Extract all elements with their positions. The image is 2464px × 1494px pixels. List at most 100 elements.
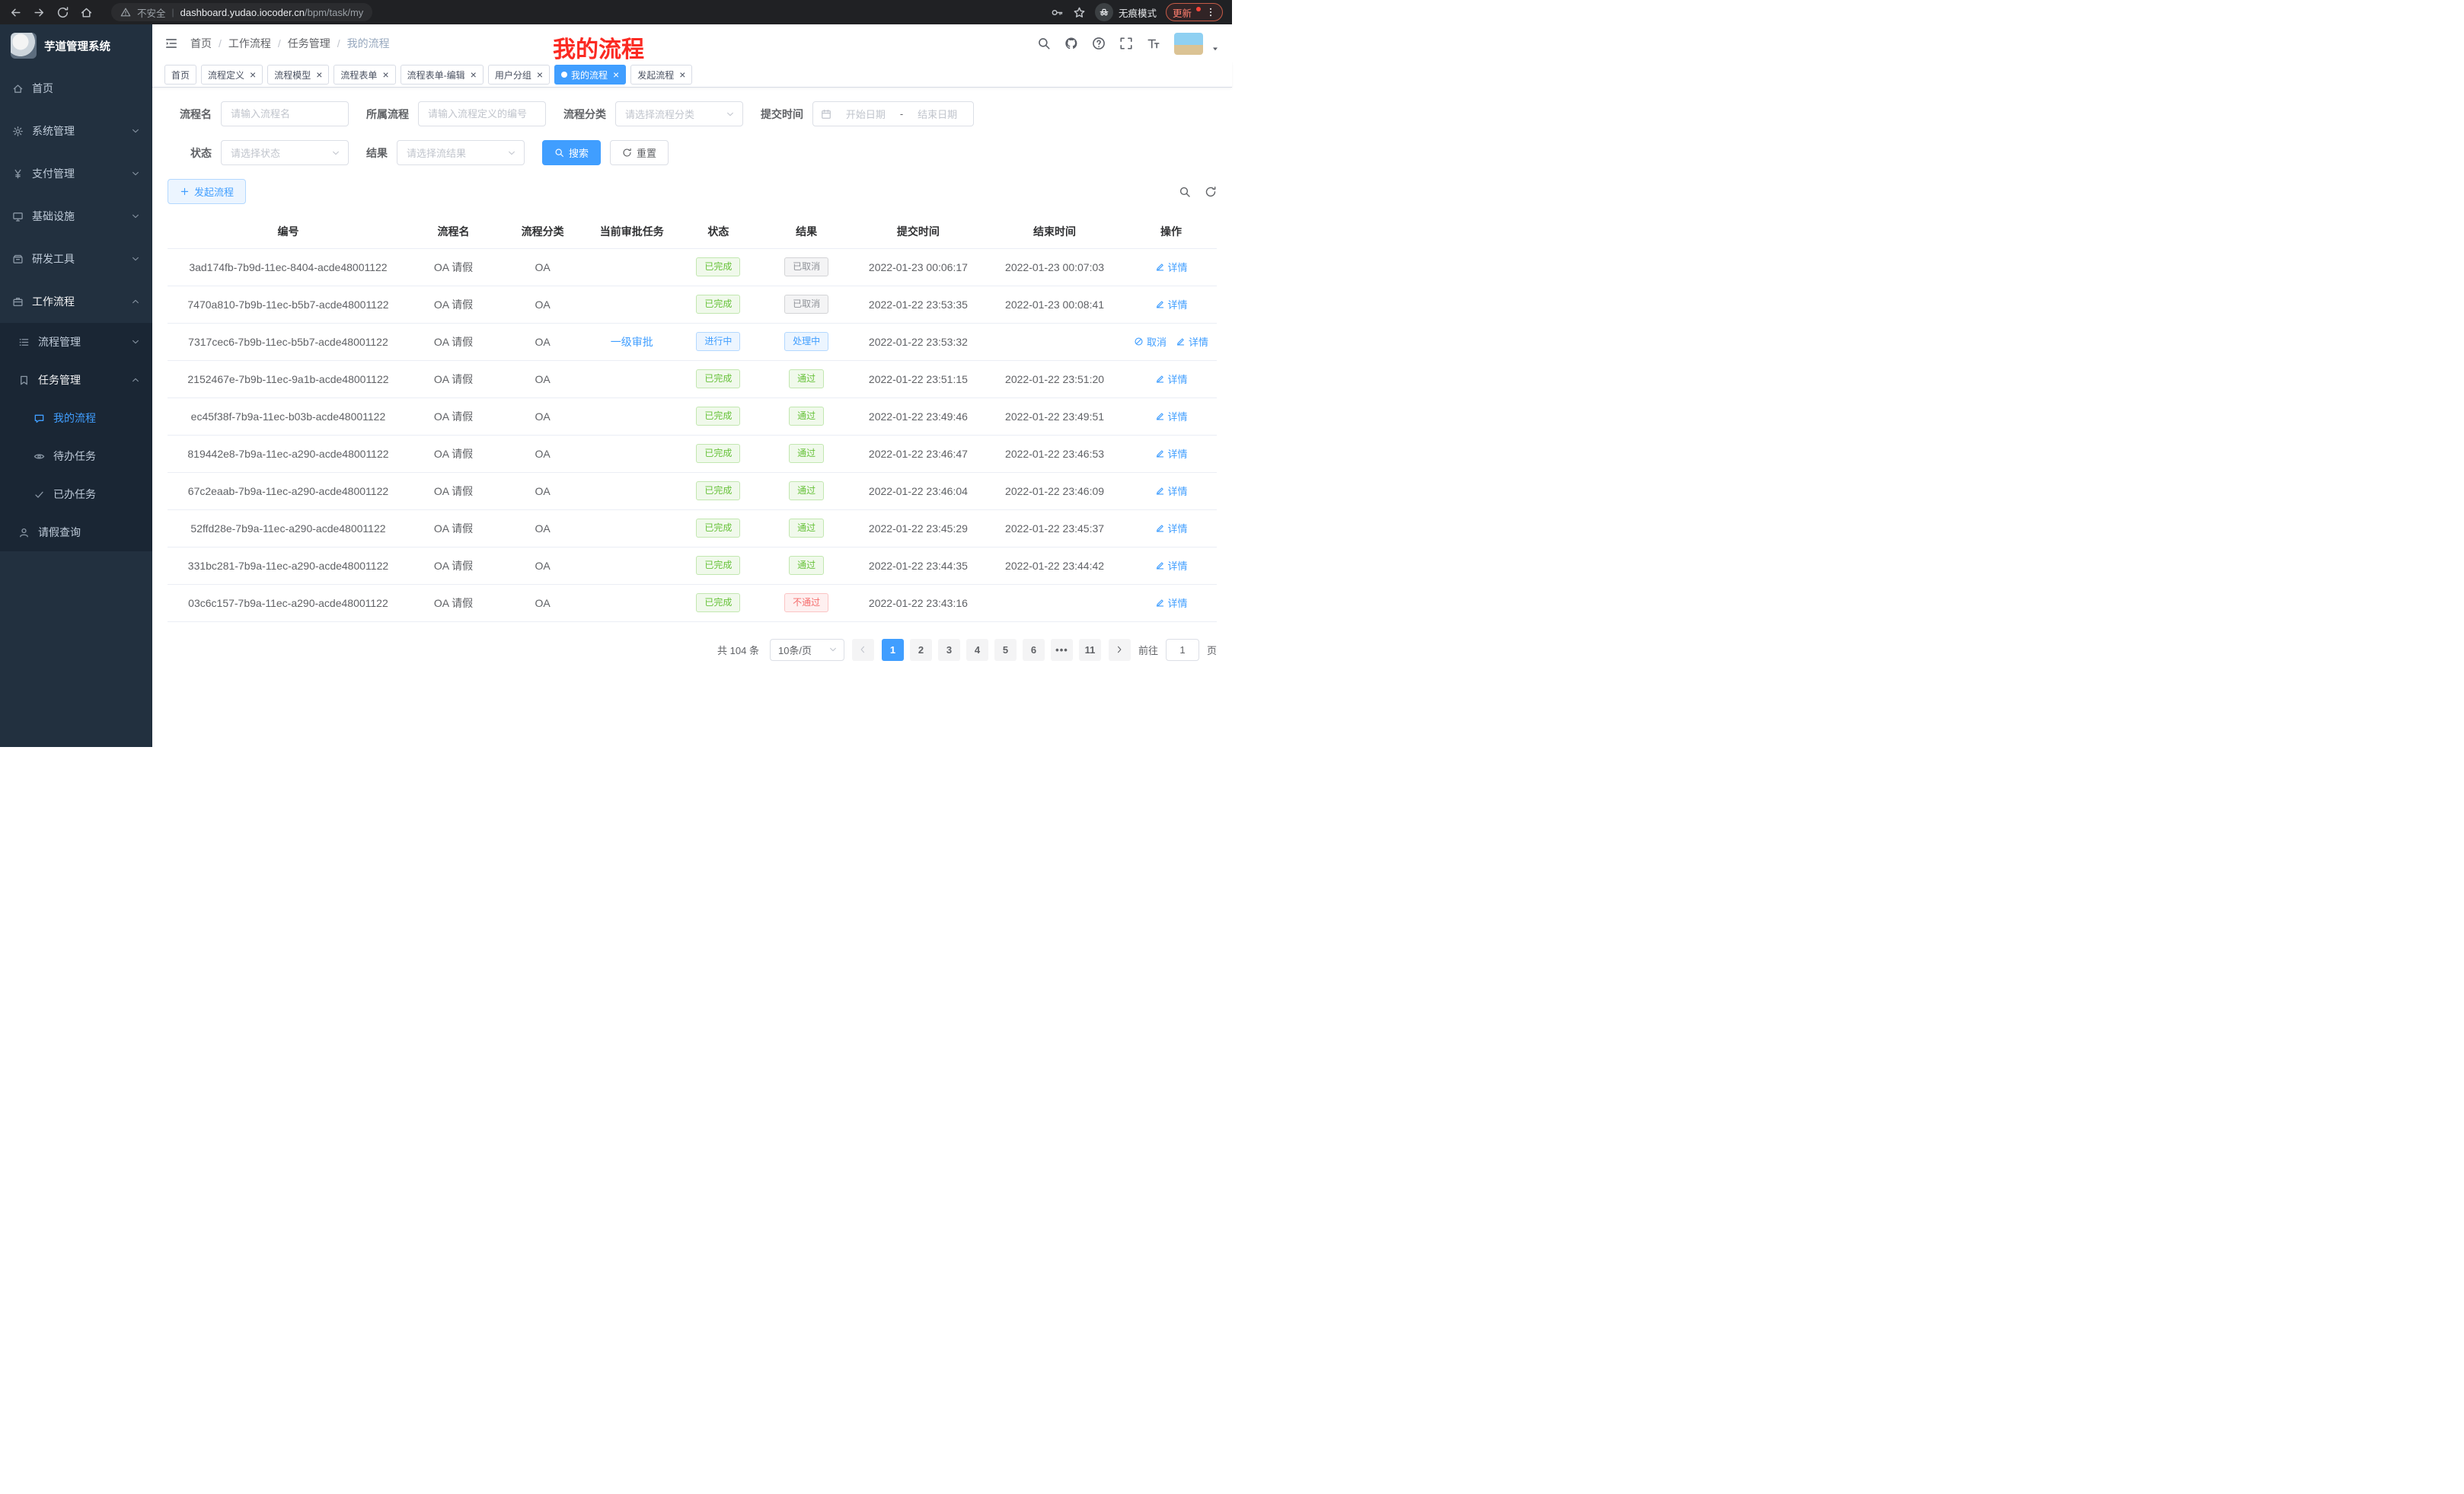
help-icon[interactable] xyxy=(1092,37,1106,50)
cancel-action-link[interactable]: 取消 xyxy=(1134,334,1167,349)
avatar-caret-icon[interactable] xyxy=(1211,44,1220,53)
status-select[interactable]: 请选择状态 xyxy=(221,140,349,165)
close-icon[interactable]: × xyxy=(471,69,477,80)
sidebar-item-infrastructure[interactable]: 基础设施 xyxy=(0,195,152,238)
detail-action-link[interactable]: 详情 xyxy=(1155,595,1188,610)
next-page-button[interactable] xyxy=(1109,639,1131,661)
tab-user-group[interactable]: 用户分组× xyxy=(488,65,550,85)
incognito-label: 无痕模式 xyxy=(1119,5,1157,20)
address-bar[interactable]: 不安全 | dashboard.yudao.iocoder.cn /bpm/ta… xyxy=(111,3,372,21)
tab-process-form[interactable]: 流程表单× xyxy=(334,65,395,85)
cell-end-time: 2022-01-23 00:08:41 xyxy=(984,286,1125,323)
close-icon[interactable]: × xyxy=(316,69,322,80)
page-button[interactable]: 1 xyxy=(882,639,904,661)
tab-label: 流程定义 xyxy=(208,69,244,81)
sidebar-item-task-mgmt[interactable]: 任务管理 xyxy=(0,361,152,399)
gear-icon xyxy=(12,126,24,137)
sidebar-item-payment[interactable]: 支付管理 xyxy=(0,152,152,195)
prev-page-button[interactable] xyxy=(852,639,874,661)
detail-action-link[interactable]: 详情 xyxy=(1155,297,1188,311)
sidebar-item-devtools[interactable]: 研发工具 xyxy=(0,238,152,280)
process-id-input[interactable] xyxy=(418,101,546,126)
close-icon[interactable]: × xyxy=(382,69,388,80)
page-size-select[interactable]: 10条/页 xyxy=(770,639,844,661)
result-select[interactable]: 请选择流结果 xyxy=(397,140,525,165)
tab-my-process[interactable]: 我的流程× xyxy=(554,65,626,85)
breadcrumb-separator: / xyxy=(337,37,340,49)
refresh-table-icon[interactable] xyxy=(1205,186,1217,198)
sidebar-item-system[interactable]: 系统管理 xyxy=(0,110,152,152)
detail-action-link[interactable]: 详情 xyxy=(1155,484,1188,498)
browser-home-icon[interactable] xyxy=(80,6,93,19)
detail-action-link[interactable]: 详情 xyxy=(1155,558,1188,573)
process-name-input[interactable] xyxy=(221,101,349,126)
breadcrumb-item[interactable]: 任务管理 xyxy=(288,36,330,51)
detail-action-link[interactable]: 详情 xyxy=(1155,260,1188,274)
detail-action-link[interactable]: 详情 xyxy=(1176,334,1208,349)
toggle-search-icon[interactable] xyxy=(1179,186,1191,198)
tab-process-form-edit[interactable]: 流程表单-编辑× xyxy=(401,65,484,85)
detail-action-link[interactable]: 详情 xyxy=(1155,521,1188,535)
update-button[interactable]: 更新 xyxy=(1166,3,1223,21)
sidebar-item-done-task[interactable]: 已办任务 xyxy=(0,475,152,513)
close-icon[interactable]: × xyxy=(537,69,543,80)
sidebar-item-home[interactable]: 首页 xyxy=(0,67,152,110)
search-icon xyxy=(554,148,564,158)
close-icon[interactable]: × xyxy=(613,69,619,80)
font-size-icon[interactable] xyxy=(1147,37,1160,50)
detail-action-link[interactable]: 详情 xyxy=(1155,446,1188,461)
bookmark-star-icon[interactable] xyxy=(1073,6,1086,19)
app-logo[interactable]: 芋道管理系统 xyxy=(0,24,152,67)
page-button[interactable]: 11 xyxy=(1079,639,1101,661)
browser-reload-icon[interactable] xyxy=(56,6,69,19)
detail-action-link[interactable]: 详情 xyxy=(1155,409,1188,423)
breadcrumb-separator: / xyxy=(219,37,222,49)
header-search-icon[interactable] xyxy=(1037,37,1051,50)
reset-button[interactable]: 重置 xyxy=(610,140,669,165)
browser-back-icon[interactable] xyxy=(9,6,22,19)
key-icon[interactable] xyxy=(1051,6,1064,19)
search-button[interactable]: 搜索 xyxy=(542,140,601,165)
cell-status: 已完成 xyxy=(676,397,760,435)
cell-operations: 详情 xyxy=(1125,509,1217,547)
close-icon[interactable]: × xyxy=(250,69,256,80)
column-header: 结束时间 xyxy=(984,215,1125,248)
tab-home[interactable]: 首页 xyxy=(164,65,196,85)
github-icon[interactable] xyxy=(1064,37,1078,50)
category-select[interactable]: 请选择流程分类 xyxy=(615,101,743,126)
tab-process-model[interactable]: 流程模型 × xyxy=(267,65,329,85)
page-button[interactable]: 2 xyxy=(910,639,932,661)
sidebar-item-my-process[interactable]: 我的流程 xyxy=(0,399,152,437)
sidebar-toggle-icon[interactable] xyxy=(164,37,178,50)
goto-page-input[interactable] xyxy=(1166,639,1199,661)
user-avatar[interactable] xyxy=(1174,33,1203,55)
detail-action-link[interactable]: 详情 xyxy=(1155,372,1188,386)
page-button[interactable]: 3 xyxy=(938,639,960,661)
page-button[interactable]: 4 xyxy=(966,639,988,661)
sidebar-item-leave-query[interactable]: 请假查询 xyxy=(0,513,152,551)
cell-status: 已完成 xyxy=(676,248,760,286)
date-range-picker[interactable]: 开始日期 - 结束日期 xyxy=(812,101,974,126)
calendar-icon xyxy=(821,109,831,120)
cell-submit-time: 2022-01-22 23:51:15 xyxy=(853,360,984,397)
tab-process-definition[interactable]: 流程定义 × xyxy=(201,65,263,85)
sidebar-item-workflow[interactable]: 工作流程 xyxy=(0,280,152,323)
tab-label: 流程模型 xyxy=(274,69,311,81)
pager-ellipsis[interactable]: ••• xyxy=(1051,639,1073,661)
page-button[interactable]: 6 xyxy=(1023,639,1045,661)
create-process-button[interactable]: 发起流程 xyxy=(168,179,246,204)
page-button[interactable]: 5 xyxy=(994,639,1017,661)
status-tag: 通过 xyxy=(789,369,824,388)
current-task-link[interactable]: 一级审批 xyxy=(611,336,653,348)
browser-forward-icon[interactable] xyxy=(33,6,46,19)
sidebar-item-todo-task[interactable]: 待办任务 xyxy=(0,437,152,475)
cell-category: OA xyxy=(498,286,587,323)
cell-operations: 取消详情 xyxy=(1125,323,1217,360)
fullscreen-icon[interactable] xyxy=(1119,37,1133,50)
close-icon[interactable]: × xyxy=(679,69,685,80)
breadcrumb-item[interactable]: 首页 xyxy=(190,36,212,51)
browser-menu-icon[interactable] xyxy=(1205,7,1216,18)
sidebar-item-process-mgmt[interactable]: 流程管理 xyxy=(0,323,152,361)
tab-start-process[interactable]: 发起流程× xyxy=(630,65,692,85)
breadcrumb-item[interactable]: 工作流程 xyxy=(228,36,271,51)
